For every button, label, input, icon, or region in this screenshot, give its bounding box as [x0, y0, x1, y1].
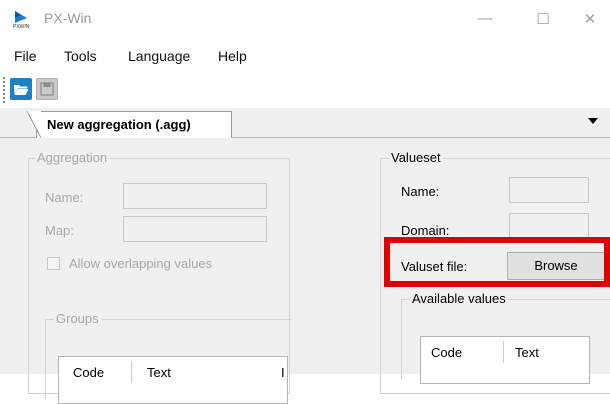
available-values-title: Available values: [410, 291, 508, 306]
menu-language[interactable]: Language: [128, 48, 190, 64]
agg-map-label: Map:: [45, 223, 74, 238]
highlight-annotation: [384, 237, 610, 287]
allow-overlap-label: Allow overlapping values: [69, 256, 213, 271]
tab-new-aggregation[interactable]: New aggregation (.agg): [27, 111, 232, 138]
valueset-group-title: Valueset: [389, 150, 443, 165]
minimize-icon: —: [477, 10, 493, 27]
groups-col-code[interactable]: Code: [73, 365, 104, 380]
valueset-name-label: Name:: [401, 184, 440, 199]
tab-dropdown-icon[interactable]: [588, 118, 598, 124]
menu-help[interactable]: Help: [218, 48, 247, 64]
app-logo-icon: PXWIN: [12, 9, 32, 30]
title-bar: PXWIN PX-Win — ☐ ✕: [0, 0, 610, 38]
tab-edge: [27, 111, 41, 138]
window-title: PX-Win: [44, 10, 92, 26]
column-divider: [503, 341, 504, 363]
toolbar: [0, 72, 610, 108]
valueset-name-input[interactable]: [509, 177, 589, 203]
aggregation-group: Aggregation Name: Map: Allow overlapping…: [28, 150, 291, 404]
menu-bar: File Tools Language Help: [0, 38, 610, 72]
tab-label: New aggregation (.agg): [47, 117, 191, 132]
close-icon: ✕: [583, 11, 597, 28]
groups-col-text[interactable]: Text: [147, 365, 171, 380]
groups-table[interactable]: Code Text I: [58, 356, 288, 404]
maximize-button[interactable]: ☐: [520, 4, 566, 34]
close-button[interactable]: ✕: [570, 4, 610, 34]
agg-name-label: Name:: [45, 190, 84, 205]
column-divider: [131, 361, 132, 383]
groups-col-extra[interactable]: I: [281, 365, 285, 380]
save-icon: [40, 82, 54, 96]
valueset-domain-label: Domain:: [401, 223, 450, 238]
available-values-group: Available values Code Text: [401, 291, 610, 384]
available-values-table[interactable]: Code Text: [420, 336, 590, 384]
valueset-domain-input[interactable]: [509, 213, 589, 239]
save-button[interactable]: [36, 78, 58, 100]
menu-tools[interactable]: Tools: [64, 48, 97, 64]
groups-group-title: Groups: [54, 311, 101, 326]
agg-name-input[interactable]: [123, 183, 267, 209]
svg-text:PXWIN: PXWIN: [13, 24, 30, 29]
avail-col-text[interactable]: Text: [515, 345, 539, 360]
toolbar-grip[interactable]: [2, 76, 6, 104]
menu-file[interactable]: File: [14, 48, 37, 64]
folder-open-icon: [14, 85, 29, 95]
open-file-button[interactable]: [10, 78, 32, 100]
groups-group: Groups Code Text I: [45, 311, 291, 404]
tab-strip: New aggregation (.agg): [0, 108, 610, 138]
maximize-icon: ☐: [536, 11, 550, 28]
aggregation-group-title: Aggregation: [35, 150, 110, 165]
avail-col-code[interactable]: Code: [431, 345, 462, 360]
minimize-button[interactable]: —: [462, 4, 508, 34]
agg-map-input[interactable]: [123, 216, 267, 242]
allow-overlap-checkbox[interactable]: [47, 257, 60, 270]
